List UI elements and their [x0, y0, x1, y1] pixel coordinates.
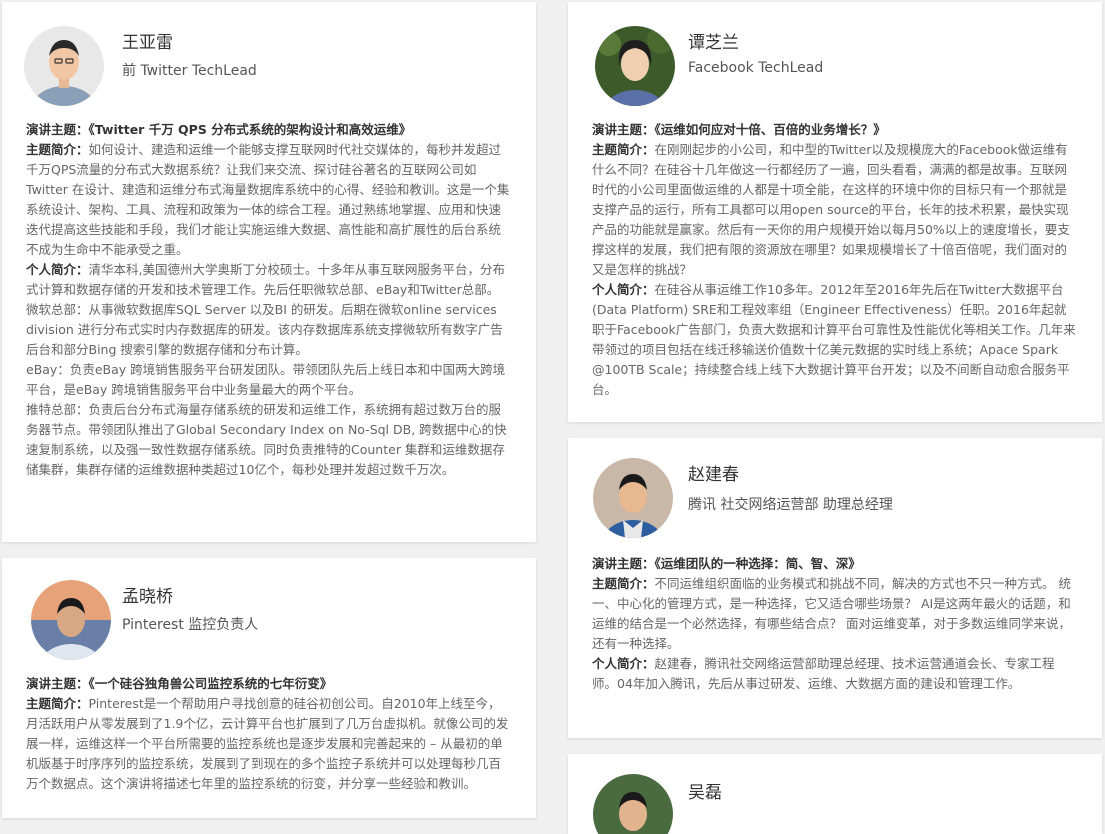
summary-line: 主题简介：在刚刚起步的小公司，和中型的Twitter以及规模庞大的Faceboo…	[592, 142, 1070, 277]
bio-extra: 推特总部：负责后台分布式海量存储系统的研发和运维工作，系统拥有超过数万台的服务器…	[26, 402, 507, 477]
speaker-avatar	[593, 458, 673, 538]
bio-text: 赵建春，腾讯社交网络运营部助理总经理、技术运营通道会长、专家工程师。04年加入腾…	[592, 656, 1055, 691]
summary-text: 如何设计、建造和运维一个能够支撑互联网时代社交媒体的，每秒并发超过千万QPS流量…	[26, 142, 510, 257]
topic-text: 《Twitter 千万 QPS 分布式系统的架构设计和高效运维》	[88, 122, 412, 137]
speaker-avatar	[595, 26, 675, 106]
summary-line: 主题简介：不同运维组织面临的业务模式和挑战不同，解决的方式也不只一种方式。 统一…	[592, 576, 1071, 651]
speaker-name: 孟晓桥	[122, 587, 173, 607]
bio-line: 个人简介：在硅谷从事运维工作10多年。2012年至2016年先后在Twitter…	[592, 282, 1076, 397]
speaker-card: 赵建春 腾讯 社交网络运营部 助理总经理 演讲主题：《运维团队的一种选择：简、智…	[568, 438, 1102, 738]
summary-text: Pinterest是一个帮助用户寻找创意的硅谷初创公司。自2010年上线至今，月…	[26, 696, 509, 791]
speaker-content: 演讲主题：《运维团队的一种选择：简、智、深》 主题简介：不同运维组织面临的业务模…	[592, 554, 1078, 694]
topic-line: 演讲主题：《Twitter 千万 QPS 分布式系统的架构设计和高效运维》	[26, 122, 412, 137]
topic-line: 演讲主题：《运维如何应对十倍、百倍的业务增长？》	[592, 122, 886, 137]
speaker-content: 演讲主题：《运维如何应对十倍、百倍的业务增长？》 主题简介：在刚刚起步的小公司，…	[592, 120, 1078, 400]
speaker-name: 吴磊	[688, 783, 722, 803]
topic-text: 《运维团队的一种选择：简、智、深》	[654, 556, 861, 571]
topic-line: 演讲主题：《一个硅谷独角兽公司监控系统的七年衍变》	[26, 676, 333, 691]
bio-extra: eBay：负责eBay 跨境销售服务平台研发团队。带领团队先后上线日本和中国两大…	[26, 362, 506, 397]
bio-line: 个人简介：赵建春，腾讯社交网络运营部助理总经理、技术运营通道会长、专家工程师。0…	[592, 656, 1055, 691]
speaker-avatar	[593, 774, 673, 834]
topic-text: 《运维如何应对十倍、百倍的业务增长？》	[654, 122, 886, 137]
speaker-name: 王亚雷	[122, 33, 173, 53]
bio-line: 个人简介：清华本科,美国德州大学奥斯丁分校硕士。十多年从事互联网服务平台，分布式…	[26, 262, 505, 297]
speaker-content: 演讲主题：《一个硅谷独角兽公司监控系统的七年衍变》 主题简介：Pinterest…	[26, 674, 512, 794]
speaker-name: 谭芝兰	[688, 33, 739, 53]
speaker-card: 谭芝兰 Facebook TechLead 演讲主题：《运维如何应对十倍、百倍的…	[568, 2, 1102, 422]
bio-text: 清华本科,美国德州大学奥斯丁分校硕士。十多年从事互联网服务平台，分布式计算和数据…	[26, 262, 505, 297]
summary-text: 不同运维组织面临的业务模式和挑战不同，解决的方式也不只一种方式。 统一、中心化的…	[592, 576, 1071, 651]
speaker-title: Pinterest 监控负责人	[122, 617, 259, 633]
speaker-card: 孟晓桥 Pinterest 监控负责人 演讲主题：《一个硅谷独角兽公司监控系统的…	[2, 558, 536, 818]
speaker-name: 赵建春	[688, 465, 739, 485]
summary-line: 主题简介：如何设计、建造和运维一个能够支撑互联网时代社交媒体的，每秒并发超过千万…	[26, 142, 510, 257]
speaker-title: 前 Twitter TechLead	[122, 63, 257, 79]
bio-text: 在硅谷从事运维工作10多年。2012年至2016年先后在Twitter大数据平台…	[592, 282, 1076, 397]
summary-line: 主题简介：Pinterest是一个帮助用户寻找创意的硅谷初创公司。自2010年上…	[26, 696, 509, 791]
speaker-avatar	[31, 580, 111, 660]
speaker-avatar	[24, 26, 104, 106]
topic-text: 《一个硅谷独角兽公司监控系统的七年衍变》	[88, 676, 333, 691]
topic-line: 演讲主题：《运维团队的一种选择：简、智、深》	[592, 556, 861, 571]
speaker-title: 腾讯 社交网络运营部 助理总经理	[688, 497, 893, 513]
bio-extra: 微软总部：从事微软数据库SQL Server 以及BI 的研发。后期在微软onl…	[26, 302, 503, 357]
speaker-content: 演讲主题：《Twitter 千万 QPS 分布式系统的架构设计和高效运维》 主题…	[26, 120, 512, 480]
speaker-card: 吴磊	[568, 754, 1102, 834]
speaker-card: 王亚雷 前 Twitter TechLead 演讲主题：《Twitter 千万 …	[2, 2, 536, 542]
speaker-title: Facebook TechLead	[688, 60, 824, 76]
summary-text: 在刚刚起步的小公司，和中型的Twitter以及规模庞大的Facebook做运维有…	[592, 142, 1070, 277]
